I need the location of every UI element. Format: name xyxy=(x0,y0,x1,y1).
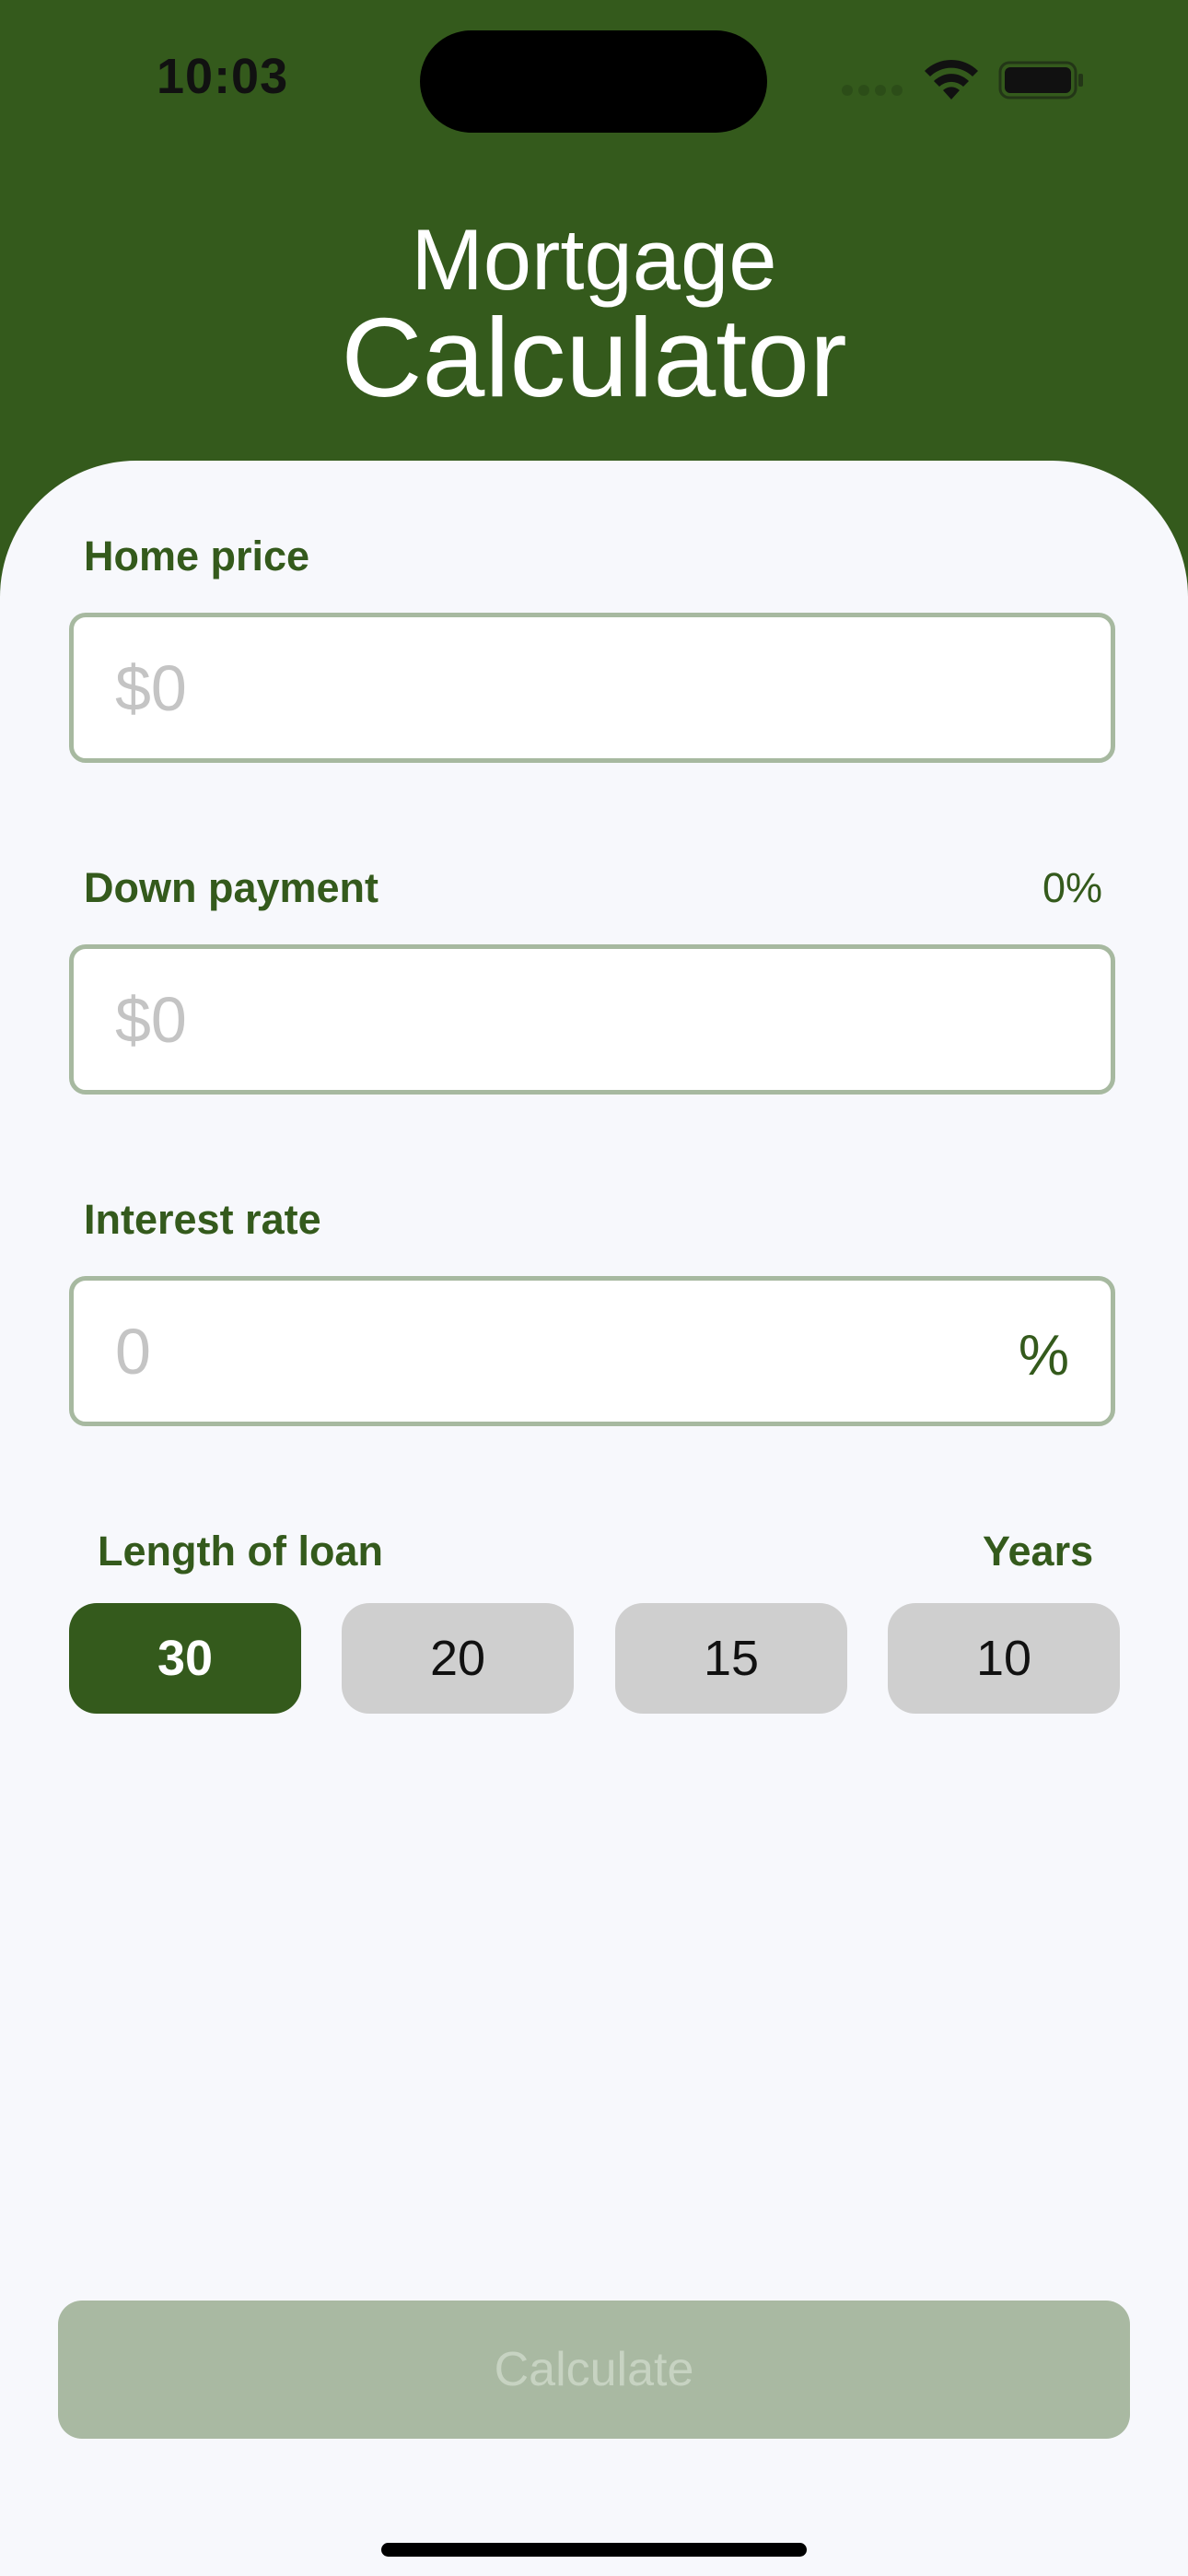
loan-length-label: Length of loan xyxy=(98,1528,383,1575)
term-option-20[interactable]: 20 xyxy=(342,1603,574,1714)
interest-rate-input[interactable] xyxy=(74,1281,1111,1422)
down-payment-field[interactable] xyxy=(69,944,1115,1095)
loan-length-options: 30 20 15 10 xyxy=(69,1603,1120,1714)
form-card xyxy=(0,461,1188,2576)
term-option-15[interactable]: 15 xyxy=(615,1603,847,1714)
down-payment-input[interactable] xyxy=(74,949,1111,1090)
home-price-label: Home price xyxy=(84,533,310,580)
cellular-signal-icon xyxy=(842,85,903,96)
home-price-field[interactable] xyxy=(69,613,1115,763)
interest-rate-label: Interest rate xyxy=(84,1196,321,1243)
loan-length-unit: Years xyxy=(983,1528,1094,1575)
home-price-input[interactable] xyxy=(74,617,1111,758)
page-title-line2: Calculator xyxy=(341,295,847,420)
calculate-button[interactable]: Calculate xyxy=(58,2301,1130,2439)
home-indicator[interactable] xyxy=(381,2543,807,2557)
interest-rate-field[interactable]: % xyxy=(69,1276,1115,1426)
battery-icon xyxy=(998,61,1083,100)
down-payment-percent: 0% xyxy=(1042,864,1103,911)
wifi-icon xyxy=(925,59,978,100)
term-option-10[interactable]: 10 xyxy=(888,1603,1120,1714)
dynamic-island xyxy=(420,30,767,133)
percent-suffix: % xyxy=(1018,1324,1069,1388)
status-time: 10:03 xyxy=(157,49,289,104)
down-payment-label: Down payment xyxy=(84,864,379,911)
term-option-30[interactable]: 30 xyxy=(69,1603,301,1714)
